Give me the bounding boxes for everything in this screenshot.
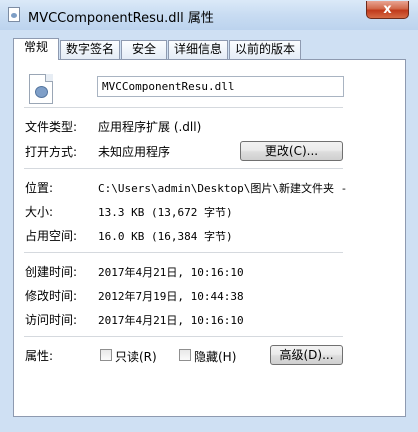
advanced-button[interactable]: 高级(D)... (270, 345, 343, 365)
created-label: 创建时间: (25, 265, 78, 279)
dll-file-gear-icon (29, 74, 53, 104)
modified-label: 修改时间: (25, 289, 78, 303)
tab-security[interactable]: 安全 (121, 40, 167, 59)
readonly-checkbox[interactable] (100, 349, 112, 361)
tab-details[interactable]: 详细信息 (168, 40, 228, 59)
size-on-disk-value: 16.0 KB (16,384 字节) (98, 230, 233, 243)
file-name-field[interactable]: MVCComponentResu.dll (97, 76, 344, 97)
separator (24, 252, 343, 253)
title-bar[interactable]: MVCComponentResu.dll 属性 x (0, 0, 418, 30)
change-button[interactable]: 更改(C)... (240, 141, 343, 161)
attributes-label: 属性: (25, 349, 54, 363)
window-title: MVCComponentResu.dll 属性 (28, 11, 214, 26)
size-label: 大小: (25, 205, 54, 219)
location-value: C:\Users\admin\Desktop\图片\新建文件夹 - (98, 182, 348, 195)
created-value: 2017年4月21日, 10:16:10 (98, 266, 244, 279)
file-type-value: 应用程序扩展 (.dll) (98, 120, 202, 134)
hidden-checkbox-label[interactable]: 隐藏(H) (194, 348, 236, 365)
separator (24, 107, 343, 108)
hidden-checkbox[interactable] (179, 349, 191, 361)
size-on-disk-label: 占用空间: (25, 229, 78, 243)
opens-with-label: 打开方式: (25, 145, 78, 159)
accessed-label: 访问时间: (25, 313, 78, 327)
tab-general[interactable]: 常规 (13, 38, 59, 60)
close-button[interactable]: x (366, 1, 409, 19)
accessed-value: 2017年4月21日, 10:16:10 (98, 314, 244, 327)
separator (24, 168, 343, 169)
tab-digital-signatures[interactable]: 数字签名 (60, 40, 120, 59)
dll-file-icon (8, 7, 20, 22)
tab-previous-versions[interactable]: 以前的版本 (229, 40, 301, 59)
opens-with-value: 未知应用程序 (98, 145, 171, 159)
readonly-checkbox-label[interactable]: 只读(R) (115, 348, 157, 365)
size-value: 13.3 KB (13,672 字节) (98, 206, 233, 219)
location-label: 位置: (25, 181, 54, 195)
file-type-label: 文件类型: (25, 120, 78, 134)
modified-value: 2012年7月19日, 10:44:38 (98, 290, 244, 303)
separator (24, 336, 343, 337)
